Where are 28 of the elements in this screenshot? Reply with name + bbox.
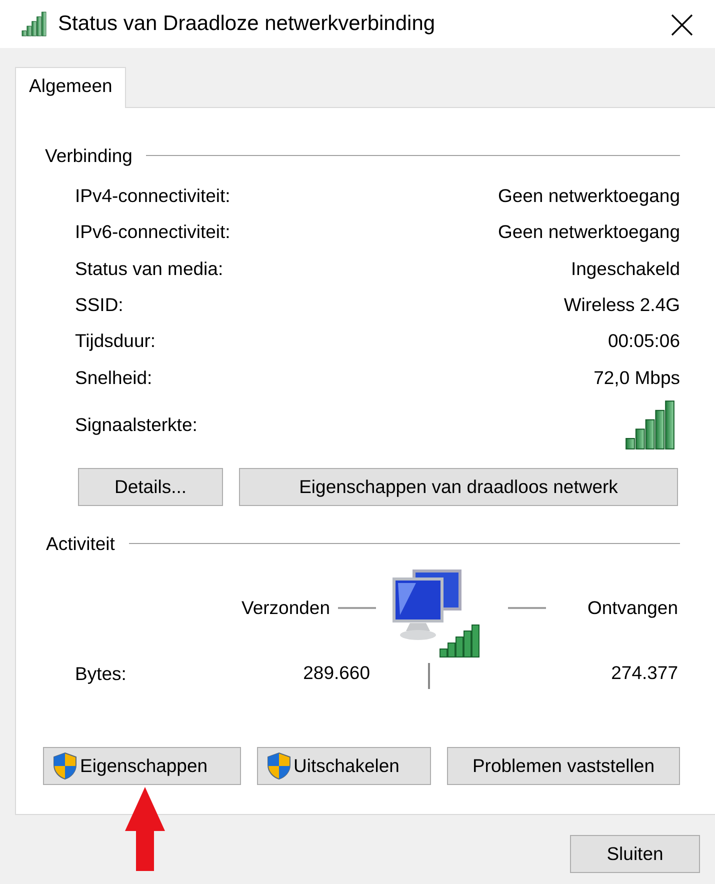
sent-label: Verzonden [242, 596, 330, 620]
button[interactable]: Uitschakelen [256, 747, 431, 786]
field-value: Geen netwerktoegang [498, 184, 680, 208]
field-label: Signaalsterkte: [75, 412, 198, 437]
field-value: Geen netwerktoegang [498, 220, 680, 244]
field-label: Status van media: [75, 256, 224, 281]
field-label: IPv6-connectiviteit: [75, 220, 230, 244]
field-label: IPv4-connectiviteit: [75, 184, 230, 208]
button[interactable]: Problemen vaststellen [446, 747, 680, 786]
button[interactable]: Eigenschappen [43, 747, 240, 786]
received-label: Ontvangen [587, 596, 678, 620]
window-title: Status van Draadloze netwerkverbinding [58, 11, 436, 38]
button[interactable]: Details... [78, 468, 223, 506]
button[interactable]: Eigenschappen van draadloos netwerk [239, 468, 678, 506]
group-heading: Verbinding [45, 144, 132, 168]
group-heading: Activiteit [46, 532, 115, 556]
field-value: Ingeschakeld [570, 256, 680, 281]
field-label: SSID: [75, 292, 124, 317]
field-value: 72,0 Mbps [594, 366, 680, 390]
field-value: 00:05:06 [608, 329, 680, 354]
close-button[interactable]: Sluiten [570, 835, 700, 873]
tab[interactable]: Algemeen [15, 67, 126, 108]
field-value: Wireless 2.4G [564, 292, 680, 317]
sent-bytes: 289.660 [303, 662, 370, 684]
received-bytes: 274.377 [611, 662, 678, 684]
bytes-label: Bytes: [75, 662, 128, 686]
field-label: Tijdsduur: [75, 329, 156, 354]
field-label: Snelheid: [75, 366, 152, 390]
